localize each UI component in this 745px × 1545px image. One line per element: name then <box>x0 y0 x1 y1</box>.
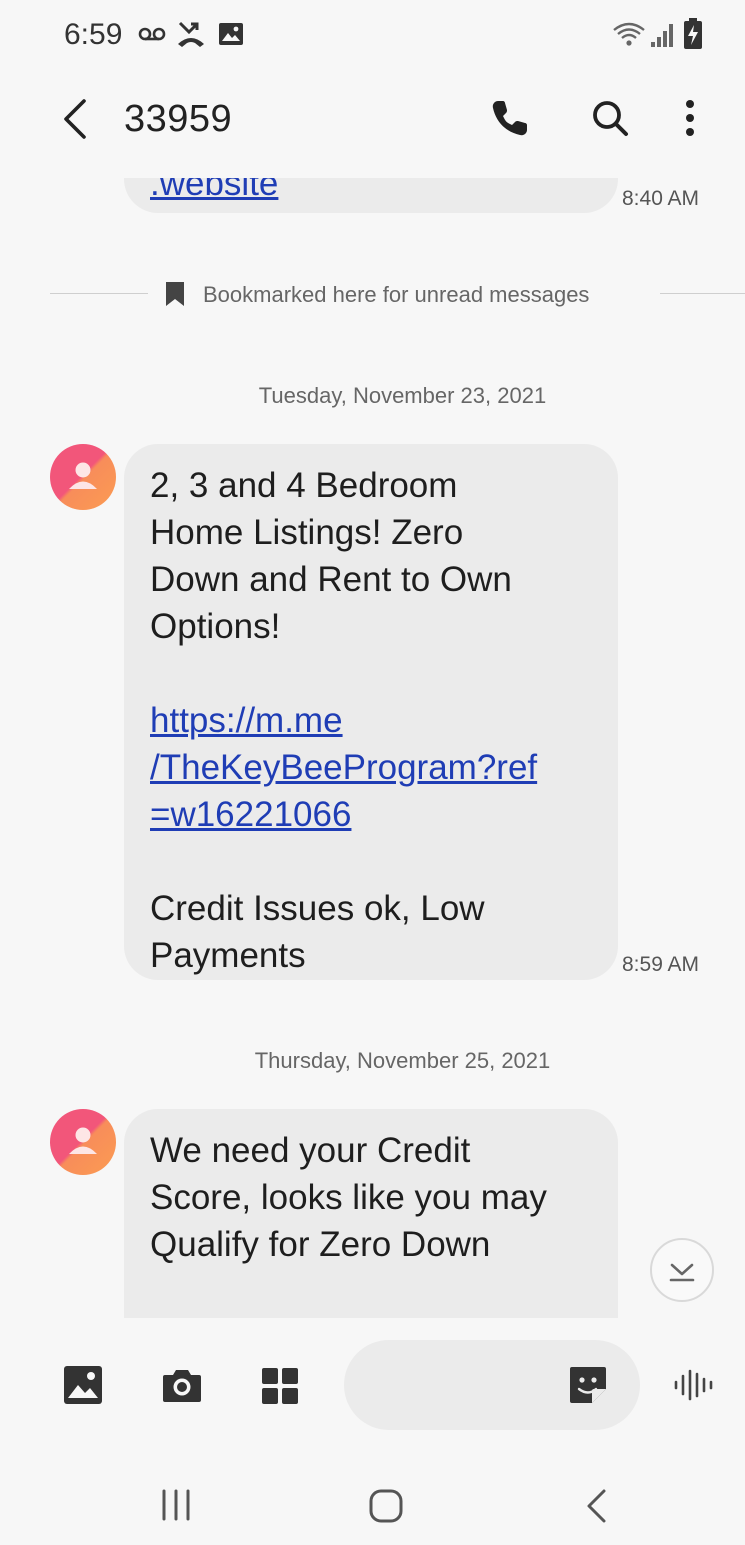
back-nav-icon[interactable] <box>584 1488 608 1529</box>
sticker-icon[interactable] <box>568 1365 608 1410</box>
signal-icon <box>650 22 676 53</box>
bookmark-icon <box>165 281 185 312</box>
message-bubble[interactable]: 2, 3 and 4 Bedroom Home Listings! Zero D… <box>124 444 618 980</box>
conversation-title: 33959 <box>124 98 233 140</box>
date-separator: Tuesday, November 23, 2021 <box>258 383 547 408</box>
avatar[interactable] <box>50 1109 116 1175</box>
recent-apps-icon[interactable] <box>160 1488 192 1527</box>
conversation-thread[interactable]: .website 8:40 AM Bookmarked here for unr… <box>0 178 745 1318</box>
message-input[interactable] <box>344 1340 640 1430</box>
message-bubble[interactable]: We need your Credit Score, looks like yo… <box>124 1109 618 1318</box>
voice-record-icon[interactable] <box>673 1368 715 1407</box>
navigation-bar <box>0 1460 745 1545</box>
back-icon[interactable] <box>60 98 90 145</box>
message-link[interactable]: .website <box>150 178 278 203</box>
message-text: We need your Credit Score, looks like yo… <box>150 1131 547 1264</box>
message-link[interactable]: https://m.me /TheKeyBeeProgram?ref =w162… <box>150 701 537 834</box>
camera-icon[interactable] <box>162 1367 202 1408</box>
apps-grid-icon[interactable] <box>261 1367 299 1410</box>
avatar[interactable] <box>50 444 116 510</box>
missed-call-icon <box>176 20 206 53</box>
message-time: 8:59 AM <box>622 953 700 976</box>
search-icon[interactable] <box>590 98 630 143</box>
phone-icon[interactable] <box>490 98 530 143</box>
message-text: 2, 3 and 4 Bedroom Home Listings! Zero D… <box>150 466 512 646</box>
gallery-icon[interactable] <box>63 1365 103 1410</box>
divider <box>50 293 148 294</box>
message-bubble-previous[interactable]: .website <box>124 178 618 213</box>
date-separator: Thursday, November 25, 2021 <box>254 1048 551 1073</box>
battery-charging-icon <box>683 18 703 55</box>
more-options-icon[interactable] <box>682 98 698 143</box>
image-icon <box>218 22 244 51</box>
scroll-to-bottom-button[interactable] <box>650 1238 714 1302</box>
message-time: 8:40 AM <box>622 187 700 210</box>
bookmark-label: Bookmarked here for unread messages <box>203 282 590 307</box>
wifi-icon <box>612 22 646 53</box>
voicemail-icon <box>138 24 166 49</box>
status-time: 6:59 <box>64 18 123 51</box>
divider <box>660 293 745 294</box>
home-icon[interactable] <box>368 1488 404 1529</box>
message-text: Credit Issues ok, Low Payments <box>150 889 485 975</box>
